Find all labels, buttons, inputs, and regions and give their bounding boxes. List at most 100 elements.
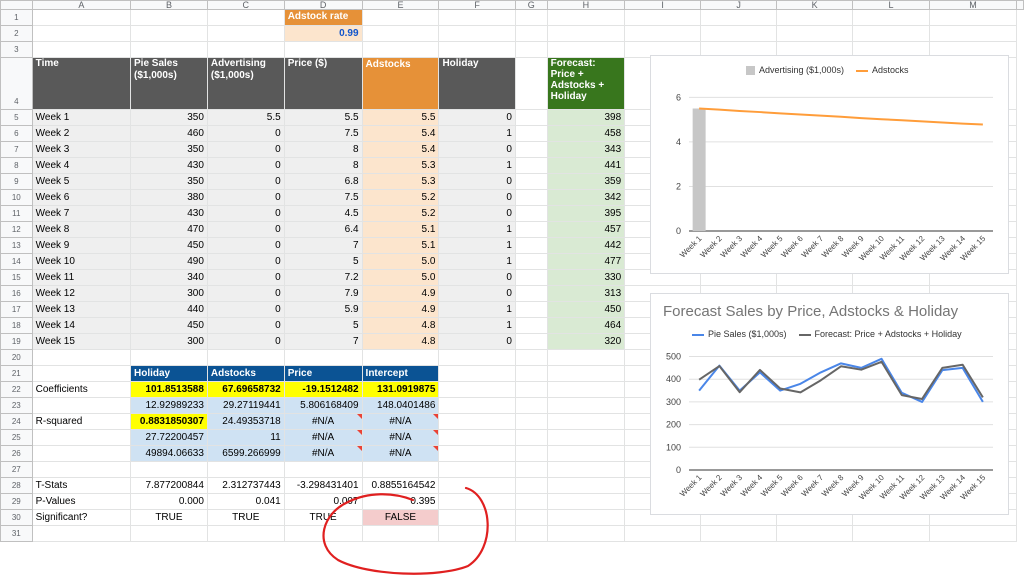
holiday-cell[interactable]: 0 (438, 205, 516, 222)
row-header[interactable]: 13 (0, 237, 33, 254)
cell[interactable] (130, 9, 208, 26)
time-cell[interactable]: Week 3 (31, 141, 132, 158)
regression-header-intercept[interactable]: Intercept (361, 365, 440, 382)
cell[interactable] (514, 189, 548, 206)
row-header[interactable]: 24 (0, 413, 33, 430)
header-advertising[interactable]: Advertising ($1,000s) (206, 57, 285, 110)
significant-value[interactable]: TRUE (130, 509, 208, 526)
pie-sales-cell[interactable]: 430 (130, 205, 208, 222)
cell[interactable] (514, 525, 548, 542)
cell[interactable] (206, 9, 285, 26)
price-cell[interactable]: 7.5 (283, 125, 363, 142)
cell[interactable] (929, 9, 1017, 26)
cell[interactable] (514, 157, 548, 174)
cell[interactable] (514, 205, 548, 222)
price-cell[interactable]: 7.5 (283, 189, 363, 206)
cell[interactable] (514, 349, 548, 366)
cell[interactable] (206, 41, 285, 58)
pie-sales-cell[interactable]: 470 (130, 221, 208, 238)
holiday-cell[interactable]: 0 (438, 173, 516, 190)
cell[interactable] (546, 461, 626, 478)
cell[interactable] (31, 397, 132, 414)
regression-value[interactable]: 148.0401486 (361, 397, 440, 414)
regression-value[interactable]: 29.27119441 (206, 397, 285, 414)
forecast-cell[interactable]: 343 (546, 141, 626, 158)
cell[interactable] (624, 525, 702, 542)
cell[interactable] (514, 125, 548, 142)
cell[interactable] (700, 9, 778, 26)
regression-value[interactable]: 11 (206, 429, 285, 446)
forecast-cell[interactable]: 395 (546, 205, 626, 222)
adstocks-cell[interactable]: 5.3 (361, 173, 440, 190)
row-header[interactable]: 10 (0, 189, 33, 206)
pie-sales-cell[interactable]: 340 (130, 269, 208, 286)
cell[interactable] (546, 477, 626, 494)
regression-label[interactable]: R-squared (31, 413, 132, 430)
column-header-extra[interactable] (1016, 0, 1024, 10)
cell[interactable] (31, 525, 132, 542)
forecast-cell[interactable]: 359 (546, 173, 626, 190)
cell[interactable] (514, 477, 548, 494)
column-header-b[interactable]: B (130, 0, 208, 10)
regression-value[interactable]: #N/A (361, 413, 440, 430)
row-header[interactable]: 23 (0, 397, 33, 414)
row-header[interactable]: 20 (0, 349, 33, 366)
cell[interactable] (514, 285, 548, 302)
time-cell[interactable]: Week 12 (31, 285, 132, 302)
column-header-m[interactable]: M (929, 0, 1017, 10)
regression-value[interactable]: 0.8831850307 (130, 413, 208, 430)
adstocks-cell[interactable]: 5.4 (361, 125, 440, 142)
advertising-cell[interactable]: 0 (206, 317, 285, 334)
cell[interactable] (546, 349, 626, 366)
cell[interactable] (438, 381, 516, 398)
adstock-rate-value[interactable]: 0.99 (283, 25, 363, 42)
cell[interactable] (514, 25, 548, 42)
cell[interactable] (438, 429, 516, 446)
row-header[interactable]: 11 (0, 205, 33, 222)
advertising-cell[interactable]: 0 (206, 269, 285, 286)
cell[interactable] (361, 25, 440, 42)
pie-sales-cell[interactable]: 350 (130, 141, 208, 158)
significant-value[interactable]: TRUE (206, 509, 285, 526)
forecast-cell[interactable]: 458 (546, 125, 626, 142)
holiday-cell[interactable]: 0 (438, 285, 516, 302)
regression-header-price[interactable]: Price (283, 365, 363, 382)
row-header[interactable]: 6 (0, 125, 33, 142)
time-cell[interactable]: Week 4 (31, 157, 132, 174)
cell[interactable] (514, 317, 548, 334)
row-header[interactable]: 31 (0, 525, 33, 542)
time-cell[interactable]: Week 9 (31, 237, 132, 254)
cell[interactable] (546, 493, 626, 510)
cell[interactable] (546, 413, 626, 430)
holiday-cell[interactable]: 0 (438, 333, 516, 350)
price-cell[interactable]: 5.5 (283, 109, 363, 126)
cell[interactable] (514, 173, 548, 190)
pie-sales-cell[interactable]: 490 (130, 253, 208, 270)
holiday-cell[interactable]: 0 (438, 141, 516, 158)
cell[interactable] (546, 445, 626, 462)
adstocks-cell[interactable]: 5.0 (361, 253, 440, 270)
row-header[interactable]: 26 (0, 445, 33, 462)
cell[interactable] (361, 9, 440, 26)
row-header[interactable]: 28 (0, 477, 33, 494)
cell[interactable] (514, 413, 548, 430)
cell[interactable] (438, 9, 516, 26)
column-header-c[interactable]: C (206, 0, 285, 10)
advertising-cell[interactable]: 0 (206, 221, 285, 238)
cell[interactable] (514, 461, 548, 478)
cell[interactable] (514, 109, 548, 126)
cell[interactable] (31, 429, 132, 446)
advertising-cell[interactable]: 0 (206, 237, 285, 254)
cell[interactable] (776, 525, 854, 542)
cell[interactable] (852, 25, 931, 42)
column-header-d[interactable]: D (283, 0, 363, 10)
cell[interactable] (514, 333, 548, 350)
price-cell[interactable]: 5.9 (283, 301, 363, 318)
adstocks-cell[interactable]: 5.5 (361, 109, 440, 126)
holiday-cell[interactable]: 1 (438, 125, 516, 142)
holiday-cell[interactable]: 1 (438, 317, 516, 334)
tstats-label[interactable]: T-Stats (31, 477, 132, 494)
forecast-cell[interactable]: 442 (546, 237, 626, 254)
time-cell[interactable]: Week 7 (31, 205, 132, 222)
cell[interactable] (514, 237, 548, 254)
